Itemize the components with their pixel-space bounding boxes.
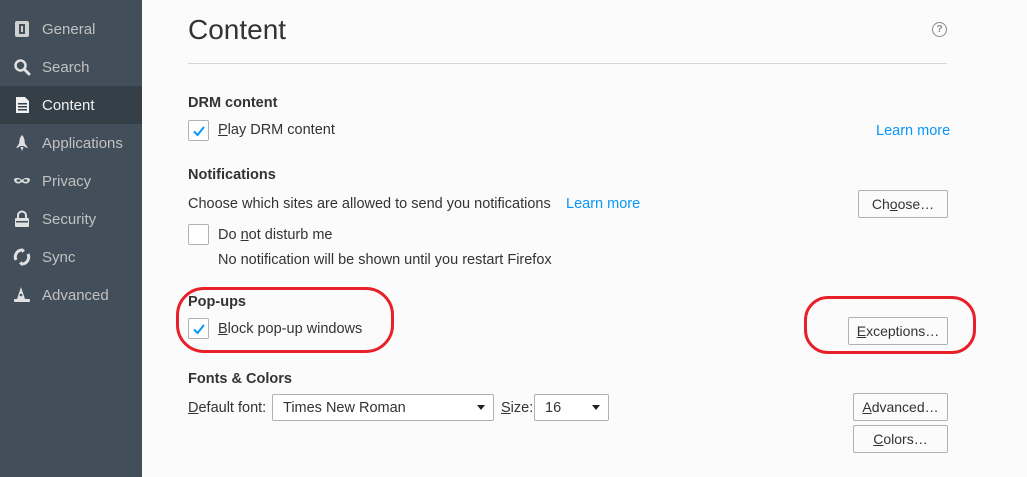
wizard-hat-icon [13,286,31,304]
size-label: Size: [501,400,533,416]
notifications-heading: Notifications [188,167,276,183]
sidebar-item-advanced[interactable]: Advanced [0,276,142,314]
block-popups-label[interactable]: Block pop-up windows [218,321,362,337]
sidebar-item-content[interactable]: Content [0,86,142,124]
sidebar-item-label: Privacy [42,172,92,190]
sidebar-item-security[interactable]: Security [0,200,142,238]
block-popups-checkbox[interactable] [188,318,209,339]
search-icon [13,58,31,76]
label-text: lay DRM content [227,122,335,138]
access-key: B [218,321,228,337]
sidebar-item-label: Advanced [42,286,109,304]
page-title: Content [188,14,287,45]
do-not-disturb-checkbox[interactable] [188,224,209,245]
sidebar-item-label: Security [42,210,97,228]
drm-checkbox[interactable] [188,120,209,141]
rocket-icon [13,134,31,152]
label-text: ize: [510,400,534,416]
button-text: Ch [871,196,890,212]
label-text: ot disturb me [248,227,333,243]
sidebar: General Search Content Applications Priv… [0,0,142,477]
access-key: C [873,431,884,447]
default-font-label: Default font: [188,400,266,416]
access-key: E [856,323,867,339]
sidebar-item-label: Search [42,58,90,76]
chevron-down-icon [477,405,485,410]
drm-learn-more-link[interactable]: Learn more [876,123,950,139]
default-font-select[interactable]: Times New Roman [272,394,494,421]
sync-icon [13,248,31,266]
sidebar-item-search[interactable]: Search [0,48,142,86]
colors-button[interactable]: Colors… [853,425,948,453]
label-text: efault font: [198,400,267,416]
checkmark-icon [192,125,205,136]
button-text: xceptions… [866,323,940,339]
sidebar-item-privacy[interactable]: Privacy [0,162,142,200]
sidebar-item-label: Content [42,96,95,114]
chevron-down-icon [592,405,600,410]
button-text: dvanced… [871,399,939,415]
drm-heading: DRM content [188,95,278,111]
font-size-value: 16 [545,399,562,416]
label-text: Do [218,227,241,243]
access-key: n [240,227,249,243]
sidebar-item-label: General [42,20,96,38]
access-key: o [889,196,898,212]
checkmark-icon [192,323,205,334]
do-not-disturb-note: No notification will be shown until you … [218,252,552,268]
help-icon[interactable]: ? [932,22,947,37]
button-text: olors… [883,431,928,447]
popups-heading: Pop-ups [188,294,246,310]
drm-checkbox-label[interactable]: Play DRM content [218,122,335,138]
advanced-fonts-button[interactable]: Advanced… [853,393,948,421]
access-key: S [501,400,511,416]
access-key: D [188,400,199,416]
default-font-value: Times New Roman [283,399,406,416]
fonts-colors-heading: Fonts & Colors [188,371,292,387]
sidebar-item-sync[interactable]: Sync [0,238,142,276]
notifications-description: Choose which sites are allowed to send y… [188,196,551,212]
sidebar-item-applications[interactable]: Applications [0,124,142,162]
general-icon [13,20,31,38]
notifications-learn-more-link[interactable]: Learn more [566,196,640,212]
sidebar-item-general[interactable]: General [0,10,142,48]
access-key: P [218,122,228,138]
sidebar-item-label: Applications [42,134,123,152]
sidebar-item-label: Sync [42,248,76,266]
button-text: ose… [897,196,935,212]
font-size-select[interactable]: 16 [534,394,609,421]
content-icon [13,96,31,114]
mask-icon [13,172,31,190]
lock-icon [13,210,31,228]
exceptions-button[interactable]: Exceptions… [848,317,948,345]
title-divider [188,63,947,64]
choose-button[interactable]: Ch o ose… [858,190,948,218]
content-pane: Content ? DRM content Play DRM content L… [142,0,1027,477]
do-not-disturb-label[interactable]: Do not disturb me [218,227,332,243]
access-key: A [862,399,872,415]
label-text: lock pop-up windows [227,321,363,337]
